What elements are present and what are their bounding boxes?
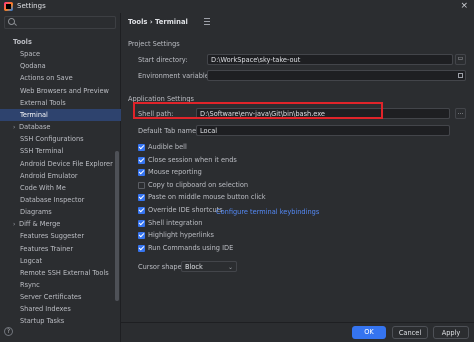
- sidebar-item-label: Database Inspector: [20, 195, 85, 204]
- window-title: Settings: [17, 2, 46, 10]
- sidebar-item-terminal[interactable]: Terminal: [0, 108, 138, 121]
- shell-browse-button[interactable]: ...: [455, 108, 466, 119]
- app-logo-icon: [4, 2, 13, 11]
- env-vars-label: Environment variables:: [138, 72, 215, 80]
- sidebar-item-web-browsers-and-preview[interactable]: Web Browsers and Preview: [0, 85, 138, 97]
- start-directory-label: Start directory:: [138, 56, 188, 64]
- checkbox-highlight-hyperlinks[interactable]: [138, 232, 145, 240]
- breadcrumb-current: Terminal: [155, 18, 188, 26]
- sidebar-item-external-tools[interactable]: External Tools: [0, 97, 138, 109]
- checkbox-label[interactable]: Mouse reporting: [148, 168, 202, 176]
- sidebar-item-label: Features Suggester: [20, 232, 85, 241]
- sidebar-item-label: External Tools: [20, 98, 66, 107]
- title-bar: Settings ×: [0, 0, 474, 13]
- sidebar-item-startup-tasks[interactable]: Startup Tasks: [0, 315, 138, 327]
- sidebar-item-label: Startup Tasks: [20, 317, 65, 326]
- cursor-shape-select[interactable]: Block ⌄: [181, 261, 237, 272]
- checkbox-close-session-when-it-ends[interactable]: [138, 156, 145, 164]
- env-edit-icon[interactable]: [458, 73, 463, 78]
- breadcrumb-parent[interactable]: Tools: [128, 18, 147, 26]
- sidebar-item-label: Rsync: [20, 281, 40, 289]
- sidebar-item-label: Code With Me: [20, 183, 66, 192]
- sidebar-item-label: Actions on Save: [20, 74, 73, 83]
- sidebar-item-space[interactable]: Space: [0, 48, 138, 60]
- sidebar-item-label: Features Trainer: [20, 244, 74, 253]
- folder-browse-icon[interactable]: ▭: [455, 54, 466, 65]
- checkbox-label[interactable]: Audible bell: [148, 143, 187, 151]
- checkbox-label[interactable]: Copy to clipboard on selection: [148, 181, 248, 189]
- footer-divider: [121, 322, 474, 323]
- sidebar-item-label: Server Certificates: [20, 293, 82, 302]
- close-icon[interactable]: ×: [460, 1, 468, 11]
- breadcrumb-separator: ›: [149, 18, 153, 26]
- ok-button[interactable]: OK: [352, 326, 386, 339]
- start-directory-field[interactable]: D:\WorkSpace\sky-take-out: [207, 54, 453, 65]
- checkbox-label[interactable]: Close session when it ends: [148, 156, 237, 164]
- sidebar-item-label: Diagrams: [20, 208, 52, 217]
- chevron-down-icon: ⌄: [227, 264, 233, 271]
- checkbox-label[interactable]: Run Commands using IDE: [148, 244, 233, 252]
- checkbox-mouse-reporting[interactable]: [138, 169, 145, 177]
- sidebar-item-label: SSH Terminal: [20, 147, 64, 156]
- sidebar-item-label: Space: [20, 50, 41, 59]
- sidebar-item-actions-on-save[interactable]: Actions on Save: [0, 72, 138, 84]
- sidebar-scrollbar[interactable]: [115, 151, 119, 301]
- settings-search-input[interactable]: [4, 16, 116, 29]
- sidebar-item-qodana[interactable]: Qodana: [0, 60, 138, 72]
- checkbox-run-commands-using-ide[interactable]: [138, 244, 145, 252]
- default-tab-field[interactable]: Local: [196, 125, 450, 136]
- menu-icon[interactable]: [204, 18, 210, 25]
- checkbox-override-ide-shortcuts[interactable]: [138, 207, 145, 214]
- sidebar-item-ssh-configurations[interactable]: SSH Configurations: [0, 133, 138, 145]
- checkbox-copy-to-clipboard-on-selection[interactable]: [138, 181, 145, 189]
- sidebar-item-label: Database: [19, 123, 51, 132]
- help-icon[interactable]: ?: [4, 327, 13, 336]
- sidebar-item-label: Remote SSH External Tools: [20, 268, 109, 277]
- configure-keybindings-link[interactable]: Configure terminal keybindings: [216, 208, 319, 216]
- breadcrumb: Tools › Terminal: [128, 18, 188, 26]
- sidebar-item-database[interactable]: › Database: [0, 121, 131, 133]
- env-vars-field[interactable]: [207, 70, 466, 81]
- sidebar-item-tools[interactable]: Tools: [0, 36, 131, 48]
- sidebar-item-label: Android Device File Explorer: [20, 159, 113, 168]
- sidebar-item-label: SSH Configurations: [20, 135, 84, 144]
- checkbox-paste-on-middle-mouse-button-click[interactable]: [138, 194, 145, 202]
- apply-button[interactable]: Apply: [433, 326, 469, 339]
- sidebar-item-label: Web Browsers and Preview: [20, 86, 109, 95]
- cursor-shape-value: Block: [185, 263, 203, 271]
- default-tab-label: Default Tab name:: [138, 127, 199, 135]
- cursor-shape-label: Cursor shape:: [138, 263, 184, 271]
- sidebar-item-label: Tools: [13, 38, 32, 46]
- sidebar-item-label: Android Emulator: [20, 171, 78, 180]
- sidebar-item-diff-merge[interactable]: › Diff & Merge: [0, 218, 131, 230]
- sidebar-item-label: Qodana: [20, 62, 46, 71]
- project-settings-heading: Project Settings: [128, 40, 180, 48]
- checkbox-label[interactable]: Highlight hyperlinks: [148, 231, 214, 239]
- settings-sidebar: Tools Space Qodana Actions on Save Web Brows…: [0, 13, 138, 342]
- sidebar-item-shared-indexes[interactable]: Shared Indexes: [0, 303, 138, 315]
- sidebar-item-label: Terminal: [20, 110, 48, 119]
- cancel-button[interactable]: Cancel: [392, 326, 428, 339]
- search-icon: [8, 18, 15, 25]
- shell-path-highlight: [133, 102, 383, 119]
- sidebar-item-label: Shared Indexes: [20, 305, 71, 314]
- sidebar-item-label: Diff & Merge: [19, 220, 61, 229]
- checkbox-label[interactable]: Shell integration: [148, 219, 202, 227]
- checkbox-label[interactable]: Override IDE shortcuts: [148, 206, 223, 214]
- checkbox-audible-bell[interactable]: [138, 144, 145, 151]
- sidebar-item-label: Logcat: [20, 256, 43, 265]
- checkbox-shell-integration[interactable]: [138, 219, 145, 227]
- checkbox-label[interactable]: Paste on middle mouse button click: [148, 193, 266, 201]
